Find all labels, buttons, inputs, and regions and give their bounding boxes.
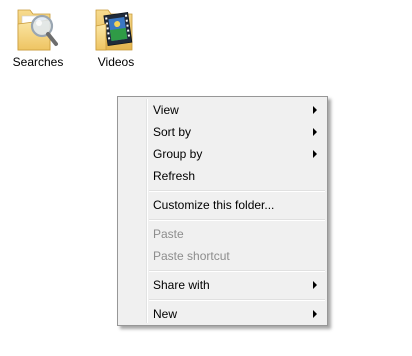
searches-folder-label: Searches — [12, 55, 64, 69]
menu-item-paste[interactable]: Paste — [120, 223, 325, 245]
menu-separator — [149, 299, 325, 301]
menu-separator — [149, 190, 325, 192]
menu-item-view[interactable]: View — [120, 99, 325, 121]
submenu-arrow-icon — [313, 281, 317, 289]
menu-item-view-label: View — [153, 103, 179, 117]
submenu-arrow-icon — [313, 106, 317, 114]
submenu-arrow-icon — [313, 310, 317, 318]
menu-item-new-label: New — [153, 307, 178, 321]
menu-item-sort-by-label: Sort by — [153, 125, 192, 139]
menu-item-paste-shortcut-label: Paste shortcut — [153, 249, 230, 263]
submenu-arrow-icon — [313, 128, 317, 136]
menu-item-paste-label: Paste — [153, 227, 184, 241]
context-menu: View Sort by Group by Refresh Customize … — [117, 96, 328, 326]
menu-item-refresh[interactable]: Refresh — [120, 165, 325, 187]
menu-item-refresh-label: Refresh — [153, 169, 196, 183]
menu-item-customize-folder-label: Customize this folder... — [153, 198, 275, 212]
menu-item-paste-shortcut[interactable]: Paste shortcut — [120, 245, 325, 267]
menu-item-new[interactable]: New — [120, 303, 325, 325]
submenu-arrow-icon — [313, 150, 317, 158]
menu-item-share-with-label: Share with — [153, 278, 210, 292]
searches-folder[interactable]: Searches — [8, 4, 68, 74]
videos-folder-icon — [95, 9, 133, 51]
desktop: Searches Videos View Sort by Group by Re… — [0, 0, 412, 356]
menu-separator — [149, 219, 325, 221]
menu-separator — [149, 270, 325, 272]
menu-item-sort-by[interactable]: Sort by — [120, 121, 325, 143]
videos-folder[interactable]: Videos — [86, 4, 146, 74]
menu-item-group-by[interactable]: Group by — [120, 143, 325, 165]
menu-item-customize-folder[interactable]: Customize this folder... — [120, 194, 325, 216]
menu-item-share-with[interactable]: Share with — [120, 274, 325, 296]
menu-item-group-by-label: Group by — [153, 147, 203, 161]
searches-folder-icon — [17, 9, 58, 51]
videos-folder-label: Videos — [97, 55, 135, 69]
